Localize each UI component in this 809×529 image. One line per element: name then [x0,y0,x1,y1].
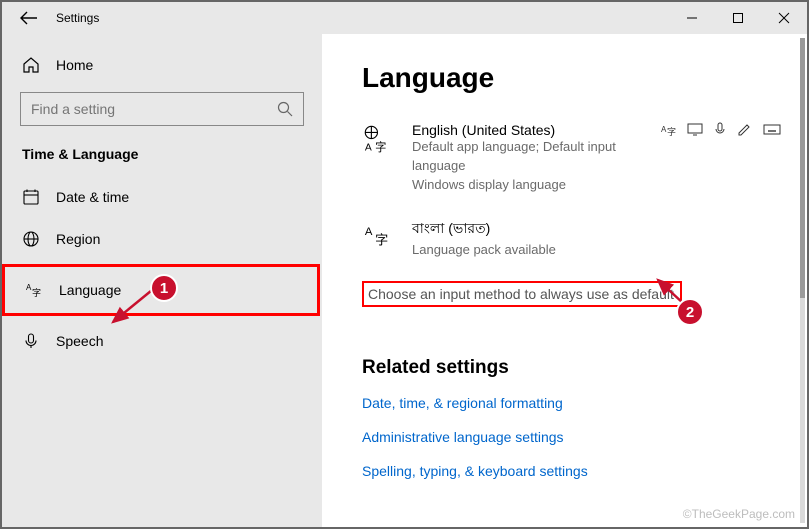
language-glyph-icon: A字 [362,219,392,249]
sidebar-item-language[interactable]: A字 Language [2,264,320,316]
home-nav[interactable]: Home [2,46,322,84]
titlebar: Settings [2,2,807,34]
nav-label: Region [56,231,100,247]
sidebar: Home Time & Language Date & time [2,34,322,527]
language-icon: A字 [25,281,43,299]
page-title: Language [362,62,781,94]
maximize-button[interactable] [715,2,761,34]
display-icon [687,122,703,136]
language-item-english[interactable]: A字 English (United States) Default app l… [362,122,781,195]
home-label: Home [56,57,93,73]
close-button[interactable] [761,2,807,34]
language-title: English (United States) [412,122,641,138]
svg-text:A: A [365,225,373,237]
svg-text:字: 字 [667,126,676,136]
section-title: Time & Language [2,138,322,176]
window-title: Settings [56,11,99,25]
language-item-bengali[interactable]: A字 বাংলা (ভারত) Language pack available [362,217,781,260]
search-icon [277,101,293,117]
keyboard-icon [763,122,781,136]
nav-label: Language [59,282,121,298]
svg-text:A: A [365,142,372,153]
nav-label: Speech [56,333,103,349]
svg-text:字: 字 [32,287,41,298]
nav-label: Date & time [56,189,129,205]
search-field[interactable] [31,101,277,117]
scrollbar[interactable] [800,38,805,523]
language-feature-icons: A字 [661,122,781,136]
microphone-icon [22,332,40,350]
minimize-button[interactable] [669,2,715,34]
speech-icon [713,122,727,136]
search-input[interactable] [20,92,304,126]
home-icon [22,56,40,74]
scrollbar-thumb[interactable] [800,38,805,298]
svg-text:字: 字 [375,140,386,154]
handwriting-icon [737,122,753,136]
language-glyph-icon: A字 [362,124,392,154]
language-subtitle2: Windows display language [412,176,641,195]
clock-icon [22,188,40,206]
sidebar-item-speech[interactable]: Speech [2,320,322,362]
svg-text:字: 字 [375,232,388,247]
related-link-date-time[interactable]: Date, time, & regional formatting [362,395,781,411]
sidebar-item-region[interactable]: Region [2,218,322,260]
text-to-speech-icon: A字 [661,122,677,136]
content-pane: Language A字 English (United States) Defa… [322,34,807,527]
language-subtitle: Language pack available [412,241,781,260]
globe-icon [22,230,40,248]
language-subtitle: Default app language; Default input lang… [412,138,641,176]
choose-input-method-link[interactable]: Choose an input method to always use as … [362,281,682,307]
related-link-spelling[interactable]: Spelling, typing, & keyboard settings [362,463,781,479]
settings-window: Settings Home Tim [0,0,809,529]
watermark: ©TheGeekPage.com [683,507,795,521]
language-title: বাংলা (ভারত) [412,217,781,241]
sidebar-item-date-time[interactable]: Date & time [2,176,322,218]
back-icon[interactable] [20,11,38,25]
related-link-admin-lang[interactable]: Administrative language settings [362,429,781,445]
related-settings-heading: Related settings [362,357,781,379]
